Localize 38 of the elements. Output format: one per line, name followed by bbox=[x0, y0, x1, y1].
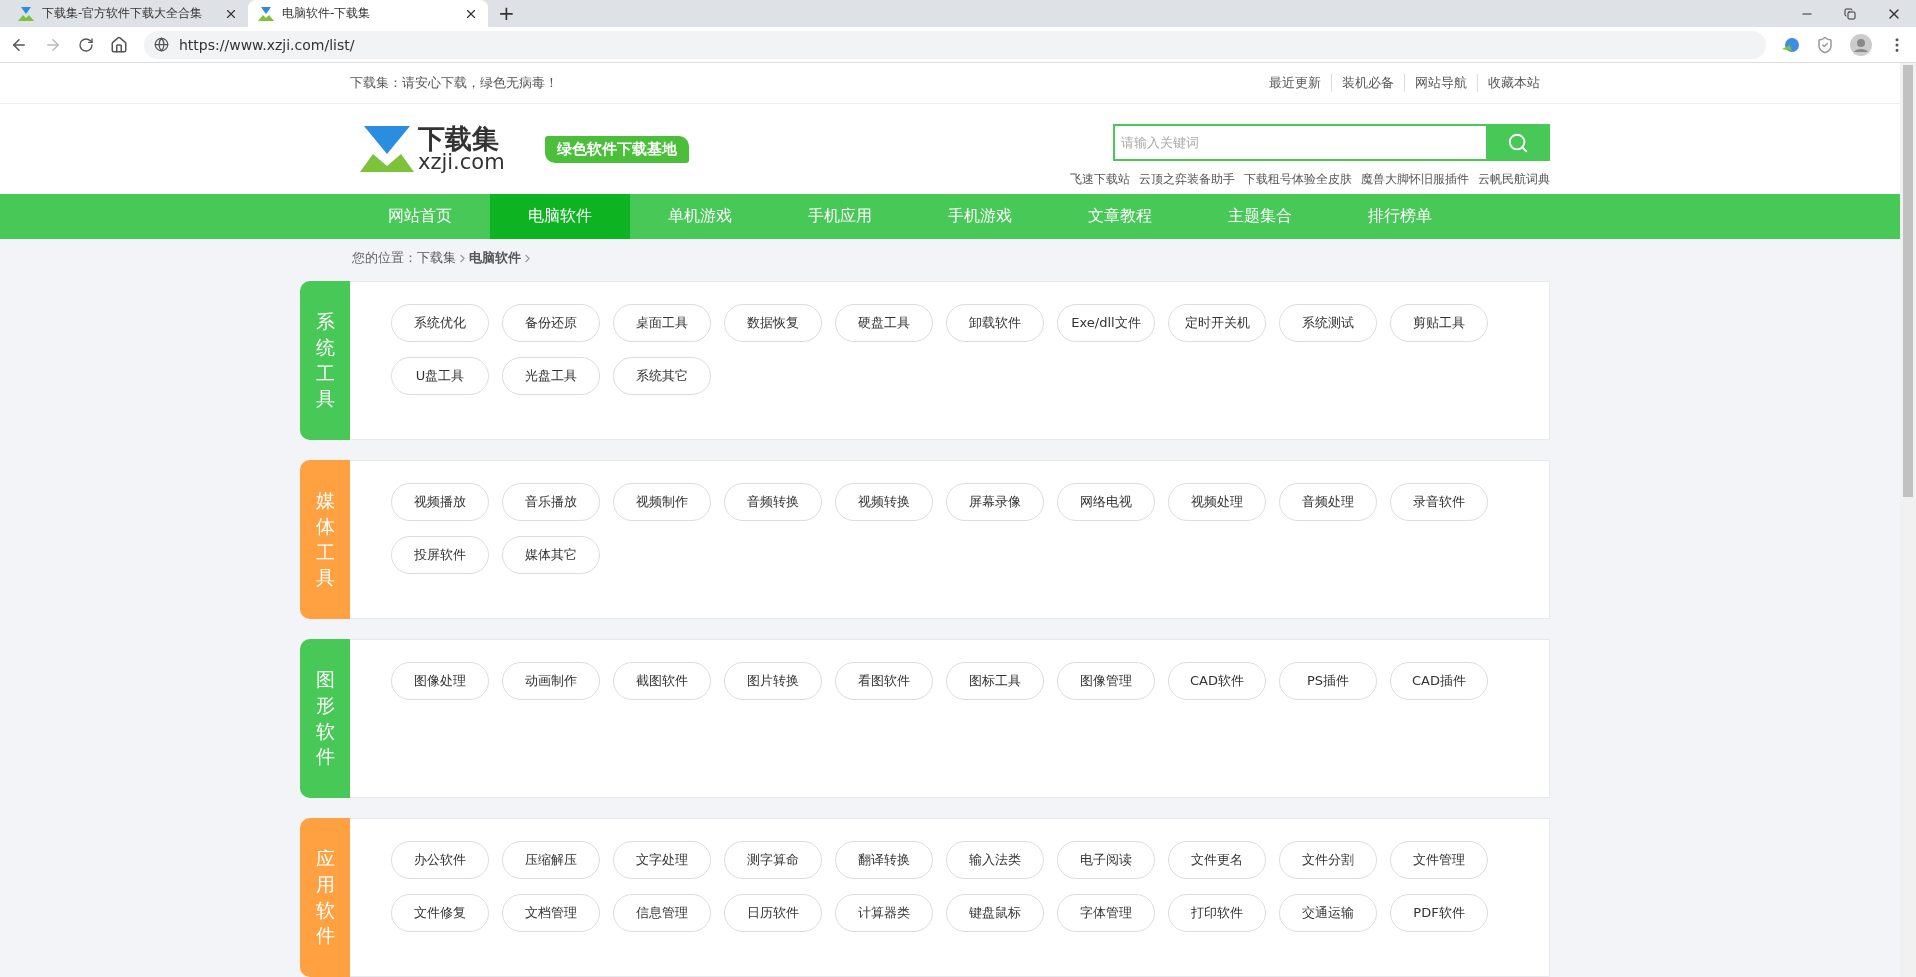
search-field[interactable]: 请输入关键词 bbox=[1113, 124, 1486, 161]
hot-link[interactable]: 云顶之弈装备助手 bbox=[1139, 171, 1235, 188]
url-text: https://www.xzji.com/list/ bbox=[179, 36, 355, 53]
restore-icon[interactable] bbox=[1844, 7, 1856, 20]
category-label: 应用软件 bbox=[300, 818, 350, 977]
slogan-text: 下载集：请安心下载，绿色无病毒！ bbox=[350, 74, 558, 92]
home-icon[interactable] bbox=[110, 35, 128, 54]
top-link[interactable]: 装机必备 bbox=[1331, 74, 1404, 92]
hot-link[interactable]: 下载租号体验全皮肤 bbox=[1244, 171, 1352, 188]
hot-link[interactable]: 魔兽大脚怀旧服插件 bbox=[1361, 171, 1469, 188]
site-favicon-icon bbox=[258, 6, 274, 21]
site-favicon-icon bbox=[18, 6, 34, 21]
category-label: 媒体工具 bbox=[300, 460, 350, 619]
logo-icon bbox=[360, 126, 414, 172]
top-link[interactable]: 网站导航 bbox=[1404, 74, 1477, 92]
top-link[interactable]: 最近更新 bbox=[1259, 74, 1331, 92]
globe-icon bbox=[154, 37, 169, 52]
browser-tab[interactable]: 下载集-官方软件下载大全合集 bbox=[8, 0, 248, 27]
reload-icon[interactable] bbox=[78, 36, 94, 53]
category-label: 图形软件 bbox=[300, 639, 350, 798]
shield-icon[interactable] bbox=[1816, 35, 1834, 54]
search-icon bbox=[1507, 131, 1529, 154]
hot-link[interactable]: 云帆民航词典 bbox=[1478, 171, 1550, 188]
address-bar[interactable]: https://www.xzji.com/list/ bbox=[144, 30, 1766, 59]
top-link[interactable]: 收藏本站 bbox=[1477, 74, 1550, 92]
scrollbar[interactable] bbox=[1900, 63, 1916, 977]
profile-icon[interactable] bbox=[1850, 33, 1872, 56]
breadcrumb-link[interactable]: 下载集 bbox=[417, 249, 456, 267]
hot-link[interactable]: 飞速下载站 bbox=[1070, 171, 1130, 188]
logo-name: 下载集 bbox=[418, 125, 499, 152]
logo-domain: xzji.com bbox=[418, 152, 505, 173]
browser-tab[interactable]: 电脑软件-下载集 bbox=[248, 0, 488, 27]
slogan-badge: 绿色软件下载基地 bbox=[544, 135, 689, 163]
extension-icon[interactable] bbox=[1782, 36, 1800, 53]
breadcrumb-link[interactable]: 电脑软件 bbox=[469, 249, 521, 267]
breadcrumb-label: 您的位置： bbox=[352, 249, 417, 267]
new-tab-button[interactable]: + bbox=[498, 0, 515, 27]
category-label: 系统工具 bbox=[300, 281, 350, 440]
